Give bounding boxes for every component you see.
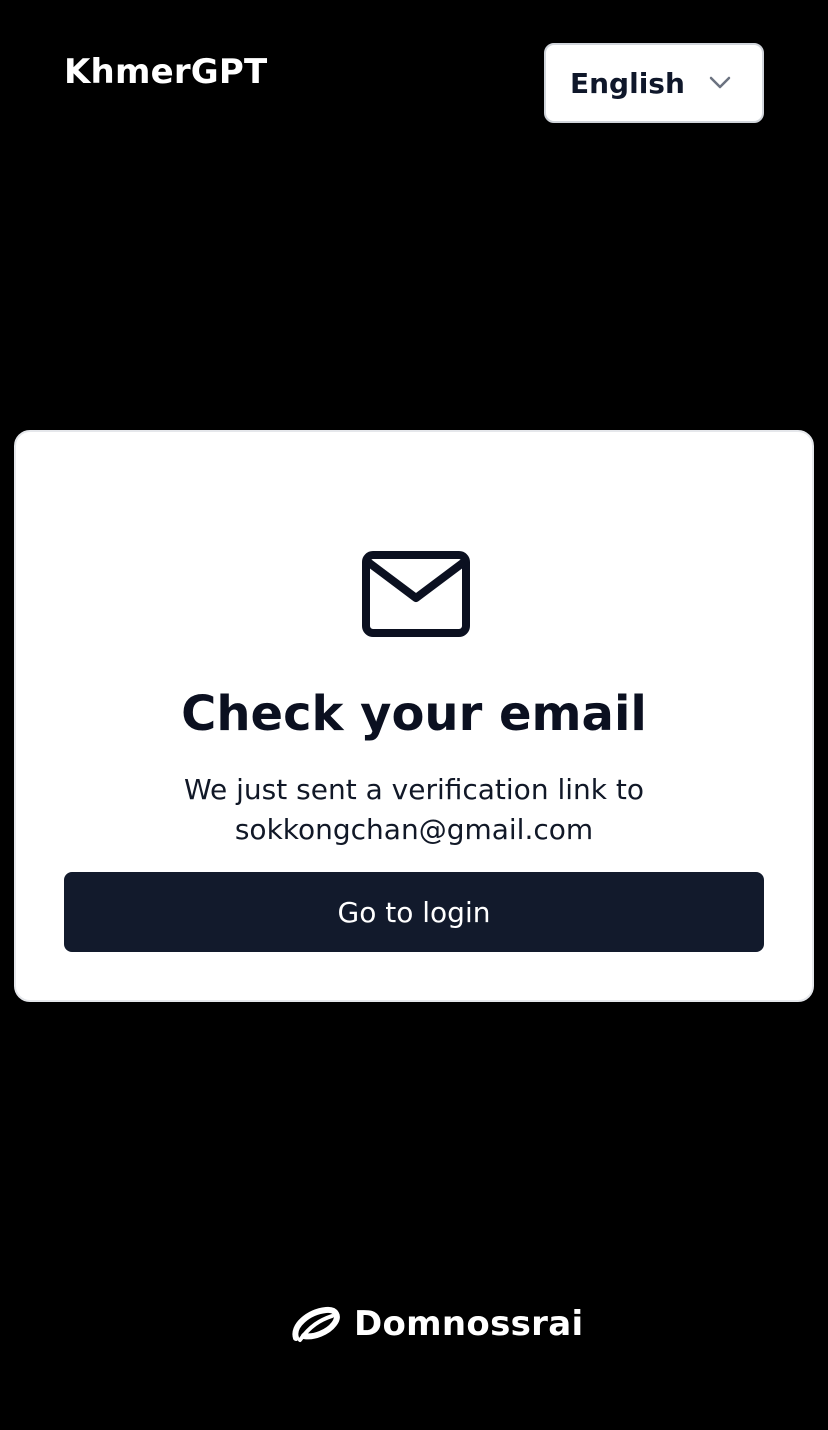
language-selected-value: English — [570, 66, 685, 100]
mail-icon — [361, 550, 471, 638]
page-title: Check your email — [181, 686, 647, 742]
verification-card: Check your email We just sent a verifica… — [14, 430, 814, 1002]
go-to-login-button[interactable]: Go to login — [64, 872, 764, 952]
verification-message: We just sent a verification link to sokk… — [16, 770, 812, 850]
brand-name: Domnossrai — [354, 1304, 584, 1344]
message-text: We just sent a verification link to — [183, 773, 644, 806]
chevron-down-icon — [708, 71, 732, 95]
email-address: sokkongchan@gmail.com — [234, 813, 594, 846]
app-title: KhmerGPT — [64, 52, 268, 92]
footer-brand: Domnossrai — [290, 1298, 583, 1350]
domnossrai-logo-icon — [290, 1304, 340, 1344]
language-select[interactable]: English — [544, 43, 764, 123]
